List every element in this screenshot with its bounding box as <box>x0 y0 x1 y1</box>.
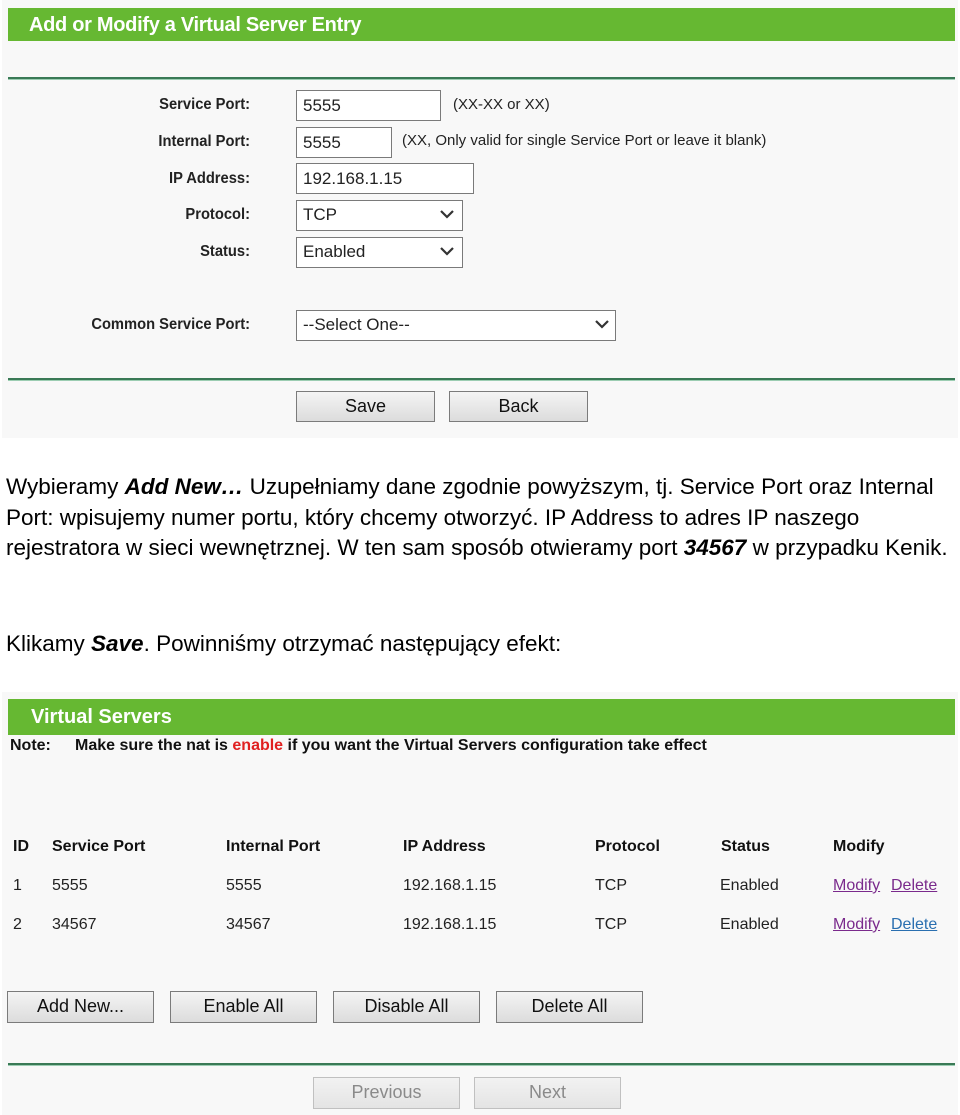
status-label: Status: <box>200 243 250 260</box>
cell-id: 2 <box>13 916 22 933</box>
common-service-port-value: --Select One-- <box>303 315 410 334</box>
column-header-ip-address: IP Address <box>403 838 486 855</box>
modify-link[interactable]: Modify <box>833 877 880 895</box>
cell-status: Enabled <box>720 877 779 894</box>
virtual-servers-panel: Virtual Servers Note: Make sure the nat i… <box>2 692 958 1115</box>
prose-emphasis-save: Save <box>91 631 144 656</box>
prose-emphasis-add-new: Add New… <box>124 474 244 499</box>
internal-port-input[interactable] <box>296 127 392 158</box>
delete-link[interactable]: Delete <box>891 877 937 895</box>
virtual-servers-title: Virtual Servers <box>31 706 172 728</box>
cell-id: 1 <box>13 877 22 894</box>
next-button[interactable]: Next <box>474 1077 621 1109</box>
prose-emphasis-port: 34567 <box>683 535 747 560</box>
cell-protocol: TCP <box>595 877 627 894</box>
service-port-hint: (XX-XX or XX) <box>453 96 550 113</box>
cell-protocol: TCP <box>595 916 627 933</box>
internal-port-hint: (XX, Only valid for single Service Port … <box>402 132 767 149</box>
chevron-down-icon <box>440 247 454 256</box>
modify-link[interactable]: Modify <box>833 916 880 934</box>
status-value: Enabled <box>303 242 366 261</box>
service-port-label: Service Port: <box>159 96 250 113</box>
internal-port-label: Internal Port: <box>158 133 250 150</box>
chevron-down-icon <box>595 320 609 329</box>
entry-form-panel: Add or Modify a Virtual Server Entry Ser… <box>2 0 958 438</box>
cell-service-port: 34567 <box>52 916 97 933</box>
back-button[interactable]: Back <box>449 391 588 422</box>
cell-ip-address: 192.168.1.15 <box>403 916 497 933</box>
prose-text: Klikamy <box>6 631 92 656</box>
virtual-servers-header: Virtual Servers <box>8 699 955 735</box>
ip-address-input[interactable] <box>296 163 474 194</box>
column-header-modify: Modify <box>833 838 885 855</box>
nat-note: Note: Make sure the nat is enable if you … <box>10 737 707 755</box>
table-separator <box>8 1063 955 1065</box>
disable-all-button[interactable]: Disable All <box>333 991 480 1023</box>
common-service-port-select[interactable]: --Select One-- <box>296 310 616 341</box>
note-label: Note: <box>10 737 51 754</box>
form-separator <box>8 378 955 380</box>
instruction-paragraph: Wybieramy Add New… Uzupełniamy dane zgod… <box>6 472 956 564</box>
column-header-id: ID <box>13 838 29 855</box>
entry-form-title: Add or Modify a Virtual Server Entry <box>29 14 362 36</box>
note-text: if you want the Virtual Servers configur… <box>283 737 707 754</box>
save-button[interactable]: Save <box>296 391 435 422</box>
entry-form-header: Add or Modify a Virtual Server Entry <box>8 8 955 41</box>
service-port-input[interactable] <box>296 90 441 121</box>
add-new-button[interactable]: Add New... <box>7 991 154 1023</box>
protocol-label: Protocol: <box>185 206 250 223</box>
enable-all-button[interactable]: Enable All <box>170 991 317 1023</box>
delete-all-button[interactable]: Delete All <box>496 991 643 1023</box>
prose-text: Wybieramy <box>6 474 125 499</box>
column-header-status: Status <box>721 838 770 855</box>
prose-text: . Powinniśmy otrzymać następujący efekt: <box>143 631 562 656</box>
protocol-select[interactable]: TCP <box>296 200 463 231</box>
cell-ip-address: 192.168.1.15 <box>403 877 497 894</box>
delete-link[interactable]: Delete <box>891 916 937 934</box>
cell-internal-port: 34567 <box>226 916 271 933</box>
cell-status: Enabled <box>720 916 779 933</box>
note-text: Make sure the nat is <box>75 737 233 754</box>
instruction-paragraph-2: Klikamy Save. Powinniśmy otrzymać następ… <box>6 631 561 657</box>
column-header-service-port: Service Port <box>52 838 146 855</box>
prose-text: w przypadku Kenik. <box>746 535 948 560</box>
chevron-down-icon <box>440 210 454 219</box>
protocol-value: TCP <box>303 205 337 224</box>
common-service-port-label: Common Service Port: <box>91 316 251 333</box>
column-header-internal-port: Internal Port <box>226 838 321 855</box>
cell-internal-port: 5555 <box>226 877 262 894</box>
ip-address-label: IP Address: <box>169 170 250 187</box>
status-select[interactable]: Enabled <box>296 237 463 268</box>
column-header-protocol: Protocol <box>595 838 660 855</box>
cell-service-port: 5555 <box>52 877 88 894</box>
previous-button[interactable]: Previous <box>313 1077 460 1109</box>
note-highlight: enable <box>232 737 284 754</box>
top-separator <box>8 77 955 79</box>
